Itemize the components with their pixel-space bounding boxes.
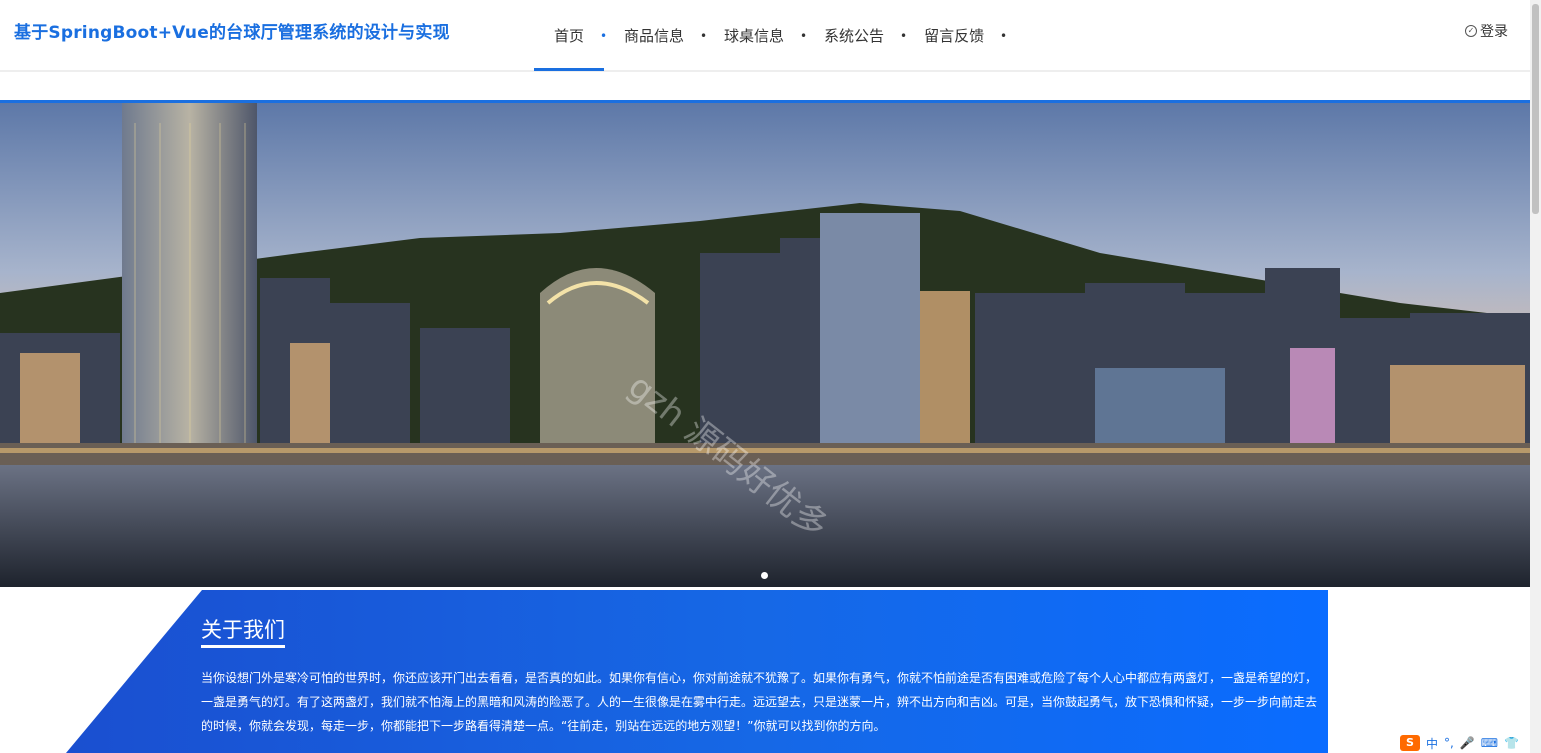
ime-mode-toggle[interactable]: 中 [1426, 735, 1438, 752]
about-title-underline [201, 645, 285, 648]
nav-item-label: 球桌信息 [724, 26, 785, 45]
keyboard-icon[interactable]: ⌨ [1481, 736, 1498, 750]
check-circle-icon: ✓ [1465, 25, 1477, 37]
nav-item-label: 首页 [554, 26, 585, 45]
nav-item-announcements[interactable]: 系统公告 • [804, 0, 907, 70]
about-text: 当你设想门外是寒冷可怕的世界时，你还应该开门出去看看，是否真的如此。如果你有信心… [201, 671, 1318, 733]
scrollbar-thumb[interactable] [1532, 4, 1539, 214]
ime-toolbar: S 中 °, 🎤 ⌨ 👕 [1400, 733, 1541, 753]
shirt-icon[interactable]: 👕 [1504, 736, 1519, 750]
carousel-indicator[interactable] [761, 572, 768, 579]
top-navbar: 基于SpringBoot+Vue的台球厅管理系统的设计与实现 首页 • 商品信息… [0, 0, 1530, 72]
about-title: 关于我们 [201, 618, 285, 642]
nav-item-label: 商品信息 [624, 26, 685, 45]
banner-carousel[interactable] [0, 103, 1530, 587]
nav-dot: • [1000, 29, 1008, 43]
login-label: 登录 [1480, 24, 1508, 40]
nav-item-home[interactable]: 首页 • [534, 0, 607, 71]
login-link[interactable]: ✓ 登录 [1465, 21, 1508, 41]
nav-item-label: 系统公告 [824, 26, 885, 45]
nav-item-label: 留言反馈 [924, 26, 985, 45]
city-skyline-image [0, 103, 1530, 587]
microphone-icon[interactable]: 🎤 [1460, 736, 1475, 750]
site-title[interactable]: 基于SpringBoot+Vue的台球厅管理系统的设计与实现 [14, 18, 450, 43]
nav-item-tables[interactable]: 球桌信息 • [704, 0, 807, 70]
sogou-ime-icon[interactable]: S [1400, 735, 1420, 751]
ime-punct-toggle[interactable]: °, [1444, 736, 1454, 750]
main-nav: 首页 • 商品信息 • 球桌信息 • 系统公告 • 留言反馈 • [534, 0, 1008, 71]
page-scrollbar[interactable] [1530, 0, 1541, 753]
nav-item-feedback[interactable]: 留言反馈 • [904, 0, 1008, 70]
nav-item-products[interactable]: 商品信息 • [604, 0, 707, 70]
